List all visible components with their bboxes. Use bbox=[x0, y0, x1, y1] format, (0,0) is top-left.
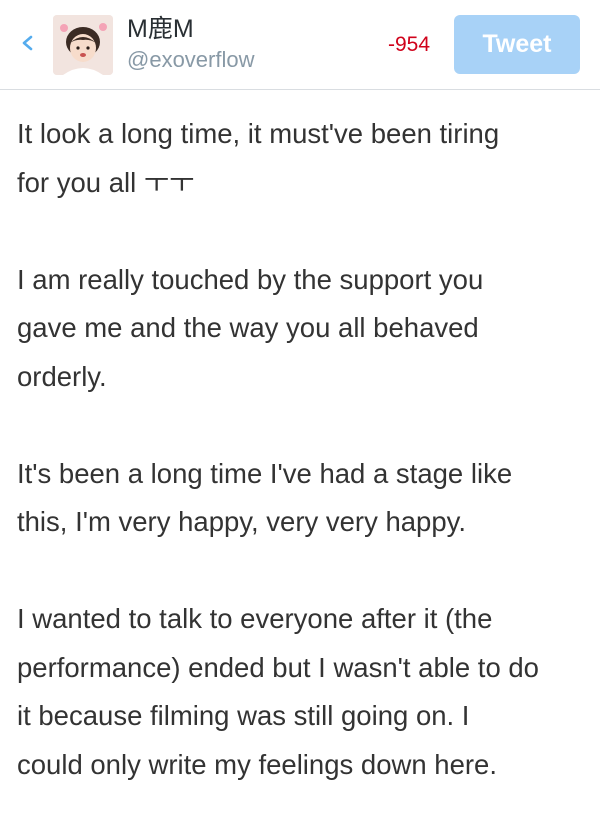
tweet-button[interactable]: Tweet bbox=[454, 15, 580, 74]
text-line: It's been a long time I've had a stage l… bbox=[17, 457, 513, 489]
text-line: orderly. bbox=[17, 360, 107, 392]
compose-text-area[interactable]: It look a long time, it must've been tir… bbox=[17, 110, 592, 838]
avatar bbox=[53, 15, 113, 75]
paragraph: It's been a long time I've had a stage l… bbox=[17, 450, 592, 547]
text-line: it because filming was still going on. I bbox=[17, 700, 470, 731]
character-counter: -954 bbox=[387, 33, 430, 56]
text-line: I wanted to talk to everyone after it (t… bbox=[17, 603, 493, 634]
text-line: this, I'm very happy, very very happy. bbox=[17, 506, 466, 537]
text-line: could only write my feelings down here. bbox=[17, 748, 497, 780]
text-line: It look a long time, it must've been tir… bbox=[17, 118, 500, 149]
chevron-left-icon bbox=[22, 35, 33, 51]
paragraph: It look a long time, it must've been tir… bbox=[17, 110, 592, 207]
text-line: gave me and the way you all behaved bbox=[17, 312, 479, 343]
text-line: I am really touched by the support you bbox=[17, 263, 484, 295]
paragraph: I wanted to talk to everyone after it (t… bbox=[17, 595, 592, 789]
back-button[interactable] bbox=[18, 28, 38, 58]
paragraph: I am really touched by the support you g… bbox=[17, 256, 592, 402]
text-line: for you all ㅜㅜ bbox=[17, 166, 195, 198]
user-handle: @exoverflow bbox=[127, 47, 255, 72]
text-line: performance) ended but I wasn't able to … bbox=[17, 651, 539, 683]
display-name: M鹿M bbox=[127, 15, 194, 43]
compose-header: M鹿M @exoverflow -954 Tweet bbox=[0, 0, 600, 90]
